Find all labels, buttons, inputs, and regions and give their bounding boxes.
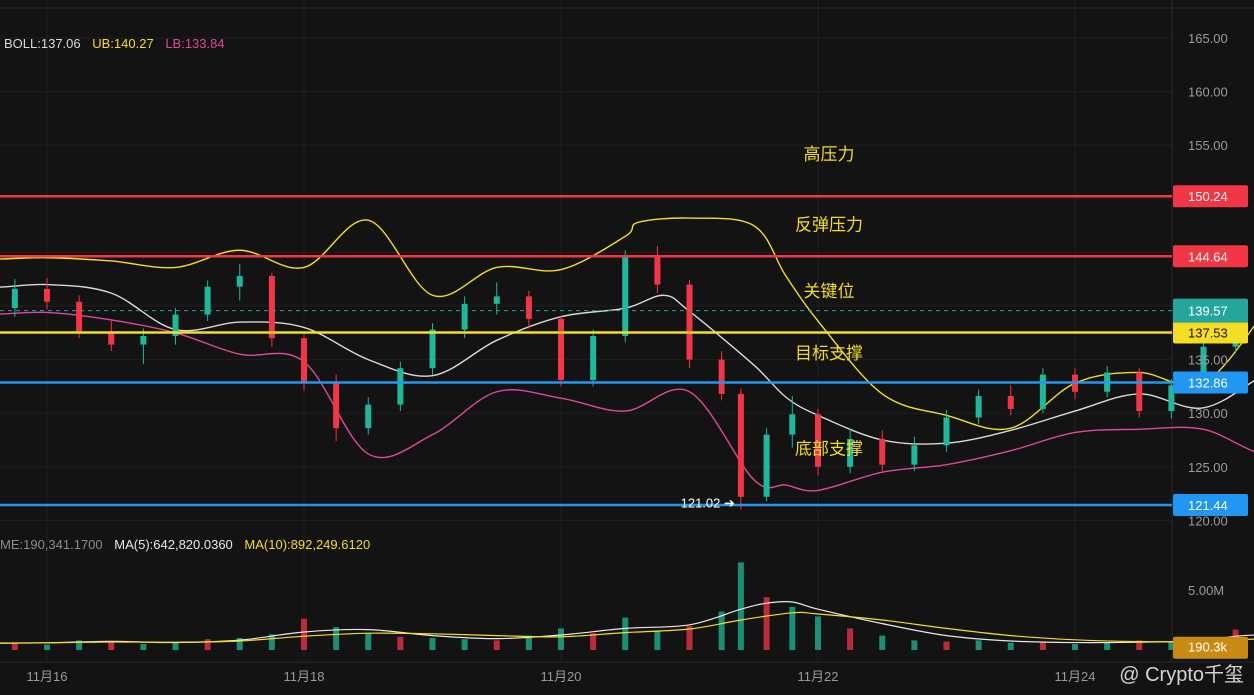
volume-bar <box>301 618 307 650</box>
volume-bar <box>847 628 854 650</box>
x-tick-label: 11月18 <box>284 669 325 684</box>
current-volume-label: 190.3k <box>1188 640 1228 655</box>
volume-bar <box>1072 644 1078 650</box>
candle-body <box>365 404 372 429</box>
boll-legend: BOLL:137.06 UB:140.27 LB:133.84 <box>4 36 233 51</box>
x-tick-label: 11月20 <box>541 669 582 684</box>
candle-body <box>590 336 597 380</box>
volume-bar <box>11 642 18 650</box>
chart-canvas[interactable]: 121.02 ➔ 高压力反弹压力关键位目标支撑底部支撑 165.00 160.00 1… <box>0 0 1254 695</box>
candle-body <box>301 338 307 383</box>
watermark: @ Crypto千玺 <box>1119 664 1244 686</box>
vol-ma5-value: MA(5):642,820.0360 <box>114 537 233 552</box>
volume-bar <box>718 611 725 650</box>
volume-bar <box>1104 642 1111 650</box>
volume-bar <box>397 636 404 650</box>
y-tick-label: 165.00 <box>1188 31 1228 46</box>
level-annotation: 底部支撑 <box>795 440 863 459</box>
current-price-label: 139.57 <box>1188 304 1228 319</box>
candle-body <box>140 336 147 345</box>
volume-bar <box>943 641 950 650</box>
candle-body <box>943 417 950 446</box>
level-tag-label: 144.64 <box>1188 249 1228 264</box>
candle-body <box>686 284 693 360</box>
candle-body <box>493 296 500 304</box>
candle-body <box>1039 374 1046 409</box>
level-annotation: 目标支撑 <box>795 344 863 363</box>
volume-bar <box>365 633 372 650</box>
candle-body <box>525 296 532 319</box>
volume-bar <box>737 562 744 650</box>
price-level-lines <box>0 194 1172 507</box>
level-annotation: 关键位 <box>804 282 855 301</box>
candle-body <box>622 256 629 337</box>
boll-value: BOLL:137.06 <box>4 36 81 51</box>
candle-body <box>76 301 83 332</box>
candle-body <box>11 288 18 309</box>
volume-bar <box>429 638 436 650</box>
y-tick-label: 160.00 <box>1188 85 1228 100</box>
x-tick-label: 11月24 <box>1055 669 1096 684</box>
volume-bar <box>879 635 886 650</box>
candle-body <box>333 382 340 429</box>
volume-bar <box>911 640 918 650</box>
volume-bar <box>763 597 770 650</box>
candle-body <box>268 275 275 339</box>
candle-body <box>44 288 50 302</box>
candle-body <box>879 438 886 465</box>
candle-body <box>429 329 436 369</box>
vol-ma10-value: MA(10):892,249.6120 <box>244 537 371 552</box>
lb-value: LB:133.84 <box>165 36 225 51</box>
level-annotation: 高压力 <box>804 145 855 164</box>
y-tick-label: 135.00 <box>1188 353 1228 368</box>
low-price-marker: 121.02 ➔ <box>681 495 735 510</box>
x-tick-label: 11月16 <box>27 669 68 684</box>
boll-lb-line <box>0 311 1254 492</box>
y-tick-label: 125.00 <box>1188 460 1228 475</box>
time-axis[interactable]: 11月1611月1811月2011月2211月2411月2611月2811月30… <box>27 669 1254 684</box>
level-tag-label: 132.86 <box>1188 376 1228 391</box>
volume-bar <box>493 640 500 650</box>
volume-bar <box>622 617 629 650</box>
level-annotations: 121.02 ➔ 高压力反弹压力关键位目标支撑底部支撑 <box>681 145 863 511</box>
candlesticks <box>11 245 1239 510</box>
volume-bar <box>975 640 982 650</box>
candle-body <box>911 445 918 465</box>
volume-bar <box>172 642 179 650</box>
candle-body <box>397 368 404 405</box>
x-tick-label: 11月22 <box>798 669 839 684</box>
candle-body <box>1007 396 1014 409</box>
y-tick-label: 130.00 <box>1188 406 1228 421</box>
level-tag-label: 137.53 <box>1188 325 1228 340</box>
volume-bar <box>558 628 564 650</box>
volume-legend: ME:190,341.1700 MA(5):642,820.0360 MA(10… <box>0 537 378 552</box>
candle-body <box>763 434 770 497</box>
candle-body <box>558 318 564 380</box>
volume-bar <box>1039 641 1046 650</box>
volume-value: ME:190,341.1700 <box>0 537 103 552</box>
volume-bar <box>815 616 821 650</box>
candle-body <box>236 275 243 287</box>
volume-bar <box>108 641 115 650</box>
volume-pane <box>0 562 1254 650</box>
y-tick-label: 155.00 <box>1188 138 1228 153</box>
volume-bar <box>461 639 468 650</box>
candle-body <box>461 303 468 330</box>
volume-tick-label: 5.00M <box>1188 583 1224 598</box>
level-tag-label: 121.44 <box>1188 498 1228 513</box>
level-tag-label: 150.24 <box>1188 189 1228 204</box>
volume-bar <box>44 644 50 650</box>
candle-body <box>975 396 982 418</box>
volume-bar <box>1007 642 1014 650</box>
candle-body <box>789 414 796 435</box>
volume-bar <box>140 644 147 650</box>
candle-body <box>737 393 744 497</box>
candle-body <box>654 256 661 285</box>
candle-body <box>718 359 725 394</box>
ub-value: UB:140.27 <box>92 36 154 51</box>
level-annotation: 反弹压力 <box>795 216 863 235</box>
candle-body <box>1136 372 1143 412</box>
volume-bar <box>654 630 661 650</box>
volume-bar <box>204 639 211 650</box>
